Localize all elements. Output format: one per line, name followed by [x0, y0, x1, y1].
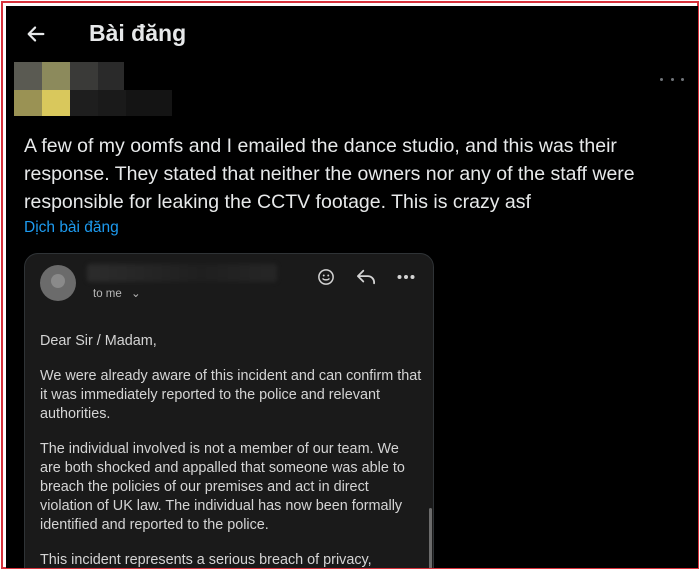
post-text: A few of my oomfs and I emailed the danc…: [24, 135, 635, 213]
sender-name-redacted: [87, 264, 277, 282]
arrow-left-icon: [27, 26, 45, 42]
post-screen: Bài đăng A few of my oomfs and I emailed…: [6, 6, 698, 568]
email-screenshot-image[interactable]: to me ⌄ Dear Sir / Madam, We were alread…: [24, 253, 434, 568]
chevron-down-icon: ⌄: [130, 288, 141, 300]
email-paragraph: The individual involved is not a member …: [40, 441, 405, 533]
recipient-label: to me ⌄: [93, 288, 141, 300]
smiley-icon[interactable]: [313, 266, 339, 288]
email-more-icon[interactable]: [393, 266, 419, 288]
reply-icon[interactable]: [353, 266, 379, 288]
email-greeting: Dear Sir / Madam,: [40, 333, 157, 349]
email-actions: [313, 266, 419, 288]
email-body: Dear Sir / Madam, We were already aware …: [40, 332, 422, 568]
screenshot-frame: Bài đăng A few of my oomfs and I emailed…: [1, 1, 699, 569]
email-paragraph: We were already aware of this incident a…: [40, 368, 422, 422]
more-horizontal-icon: [660, 77, 663, 81]
page-title: Bài đăng: [89, 20, 187, 46]
top-bar: Bài đăng: [6, 6, 698, 62]
avatar[interactable]: [14, 62, 174, 118]
post-more-button[interactable]: [660, 70, 684, 88]
email-scrollbar[interactable]: [429, 508, 432, 568]
email-paragraph: This incident represents a serious breac…: [40, 552, 372, 568]
back-button[interactable]: [20, 18, 52, 50]
sender-avatar: [40, 265, 76, 301]
translate-post-link[interactable]: Dịch bài đăng: [24, 219, 119, 237]
